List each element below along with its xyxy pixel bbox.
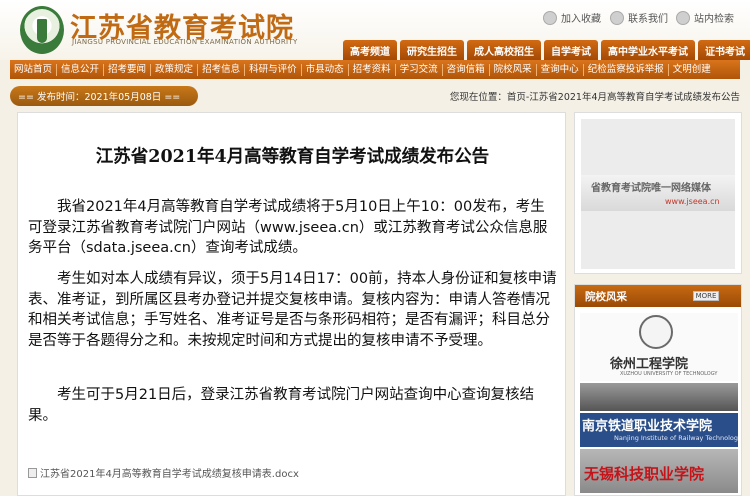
- school-english-name: XUZHOU UNIVERSITY OF TECHNOLOGY: [620, 371, 718, 377]
- article-title: 江苏省2021年4月高等教育自学考试成绩发布公告: [95, 147, 490, 167]
- school-banner-wuxi[interactable]: 无锡科技职业学院: [580, 449, 738, 493]
- school-section-title: 院校风采: [585, 291, 627, 303]
- tab-self-study[interactable]: 自学考试: [544, 40, 598, 60]
- school-name: 南京铁道职业技术学院: [582, 419, 713, 434]
- media-ad-url: www.jseea.cn: [665, 197, 720, 206]
- nav-item-learning[interactable]: 学习交流: [396, 63, 443, 76]
- site-logo-icon[interactable]: [20, 6, 64, 54]
- site-subtitle: JIANGSU PROVINCIAL EDUCATION EXAMINATION…: [72, 38, 298, 46]
- media-ad-panel: 省教育考试院唯一网络媒体 www.jseea.cn: [574, 112, 742, 274]
- tab-certificate[interactable]: 证书考试: [698, 40, 750, 60]
- media-ad-text: 省教育考试院唯一网络媒体: [591, 183, 711, 194]
- search-icon: [676, 10, 690, 25]
- top-tabs: 高考频道 研究生招生 成人高校招生 自学考试 高中学业水平考试 证书考试: [343, 40, 750, 60]
- star-icon: [543, 10, 557, 25]
- more-button[interactable]: MORE: [693, 291, 719, 301]
- school-banner-xuzhou[interactable]: 徐州工程学院 XUZHOU UNIVERSITY OF TECHNOLOGY: [580, 313, 738, 381]
- page: 江苏省教育考试院 JIANGSU PROVINCIAL EDUCATION EX…: [0, 0, 750, 496]
- nav-item-mailbox[interactable]: 咨询信箱: [443, 63, 490, 76]
- school-banner-nanjing-railway[interactable]: 南京铁道职业技术学院 Nanjing Institute of Railway …: [580, 413, 738, 447]
- nav-item-research[interactable]: 科研与评价: [245, 63, 302, 76]
- site-search-link[interactable]: 站内检索: [676, 10, 734, 25]
- article-panel: 江苏省2021年4月高等教育自学考试成绩发布公告 我省2021年4月高等教育自学…: [17, 112, 566, 496]
- school-seal-icon: [639, 315, 673, 349]
- site-search-label: 站内检索: [694, 14, 734, 25]
- school-name: 无锡科技职业学院: [584, 465, 705, 483]
- tab-graduate[interactable]: 研究生招生: [400, 40, 464, 60]
- nav-item-civility[interactable]: 文明创建: [669, 64, 715, 76]
- main-nav: 网站首页 信息公开 招考要闻 政策规定 招考信息 科研与评价 市县动态 招考资料…: [10, 60, 740, 79]
- nav-item-exam-info[interactable]: 招考信息: [198, 63, 246, 76]
- school-name: 徐州工程学院: [610, 357, 689, 372]
- contact-us-label: 联系我们: [628, 14, 668, 25]
- tab-adult[interactable]: 成人高校招生: [467, 40, 541, 60]
- school-section-header: 院校风采 MORE: [575, 285, 741, 307]
- nav-item-local-news[interactable]: 市县动态: [302, 63, 349, 76]
- article-paragraph: 我省2021年4月高等教育自学考试成绩将于5月10日上午10：00发布，考生可登…: [28, 199, 548, 256]
- nav-item-news[interactable]: 招考要闻: [104, 63, 152, 76]
- nav-item-schools[interactable]: 院校风采: [490, 63, 537, 76]
- article-paragraph: 考生如对本人成绩有异议，须于5月14日17：00前，持本人身份证和复核申请表、准…: [28, 271, 557, 349]
- attachment-label: 江苏省2021年4月高等教育自学考试成绩复核申请表.docx: [40, 469, 299, 480]
- tab-gaokao[interactable]: 高考频道: [343, 40, 397, 60]
- breadcrumb[interactable]: 您现在位置：首页-江苏省2021年4月高等教育自学考试成绩发布公告: [450, 89, 740, 103]
- media-ad-banner[interactable]: 省教育考试院唯一网络媒体 www.jseea.cn: [581, 119, 735, 269]
- date-bar: == 发布时间：2021年05月08日 == 您现在位置：首页-江苏省2021年…: [10, 86, 740, 106]
- nav-item-query[interactable]: 查询中心: [537, 63, 584, 76]
- school-english-name: Nanjing Institute of Railway Technology: [614, 434, 738, 442]
- attachment-link[interactable]: 江苏省2021年4月高等教育自学考试成绩复核申请表.docx: [28, 465, 299, 480]
- broken-image-icon: [28, 467, 37, 478]
- school-photo-banner[interactable]: [580, 383, 738, 411]
- article-paragraph: 考生可于5月21日后，登录江苏省教育考试院门户网站查询中心查询复核结果。: [28, 387, 535, 424]
- add-favorite-label: 加入收藏: [561, 14, 601, 25]
- contact-us-link[interactable]: 联系我们: [610, 10, 668, 25]
- nav-item-complaint[interactable]: 纪检监察投诉举报: [584, 63, 669, 76]
- mail-icon: [610, 10, 624, 25]
- school-showcase-panel: 院校风采 MORE 徐州工程学院 XUZHOU UNIVERSITY OF TE…: [574, 284, 742, 496]
- nav-item-materials[interactable]: 招考资料: [349, 63, 396, 76]
- site-header: 江苏省教育考试院 JIANGSU PROVINCIAL EDUCATION EX…: [0, 0, 750, 60]
- nav-item-policy[interactable]: 政策规定: [151, 63, 199, 76]
- nav-item-disclosure[interactable]: 信息公开: [57, 63, 105, 76]
- publish-date: == 发布时间：2021年05月08日 ==: [10, 86, 198, 106]
- add-favorite-link[interactable]: 加入收藏: [543, 10, 601, 25]
- tab-high-school-test[interactable]: 高中学业水平考试: [601, 40, 695, 60]
- nav-item-home[interactable]: 网站首页: [10, 63, 58, 76]
